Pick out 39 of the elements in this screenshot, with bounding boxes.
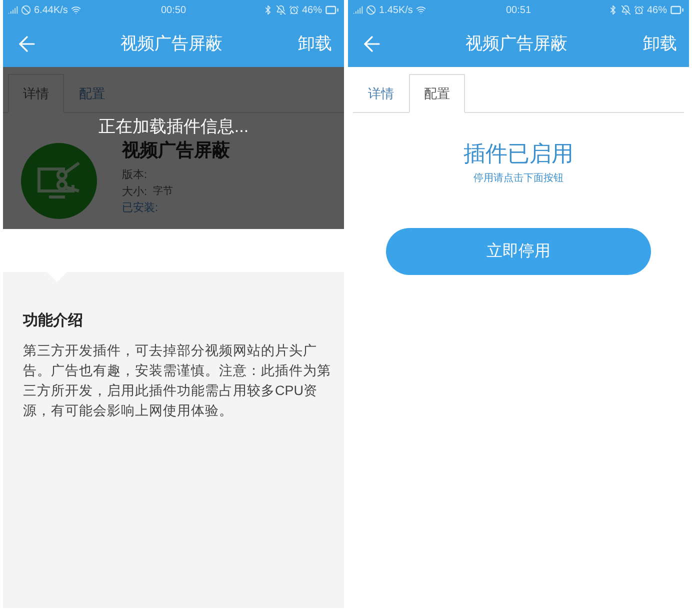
alarm-icon [288, 5, 299, 15]
signal-icon [8, 5, 18, 15]
loading-message: 正在加载插件信息... [98, 117, 249, 137]
tab[interactable]: 详情 [353, 74, 409, 113]
battery-icon [325, 3, 339, 17]
tab[interactable]: 配置 [409, 74, 465, 113]
tab[interactable]: 详情 [8, 74, 64, 113]
blocked-icon [366, 5, 376, 15]
version-label: 版本: [122, 168, 148, 183]
network-speed: 1.45K/s [379, 4, 413, 18]
intro-text: 第三方开发插件，可去掉部分视频网站的片头广告。广告也有趣，安装需谨慎。注意：此插件为第三方所开发，启用此插件功能需占用较多CPU资源，有可能会影响上网使用体验。 [23, 342, 332, 420]
clock: 00:51 [504, 4, 532, 18]
battery-level: 46% [646, 4, 667, 18]
size-label: 大小: [122, 184, 148, 200]
size-unit: 字节 [153, 184, 174, 200]
wifi-icon [416, 5, 426, 15]
bell-off-icon [276, 5, 286, 15]
intro-heading: 功能介绍 [23, 311, 84, 331]
uninstall-button[interactable]: 卸载 [643, 30, 677, 56]
app-title: 视频广告屏蔽 [120, 32, 224, 55]
installed-label: 已安装: [122, 200, 160, 216]
app-title: 视频广告屏蔽 [464, 32, 568, 55]
bell-off-icon [620, 5, 631, 15]
clock: 00:50 [160, 4, 188, 18]
plugin-name: 视频广告屏蔽 [122, 139, 230, 162]
battery-level: 46% [302, 4, 322, 18]
plugin-status: 插件已启用 [462, 140, 574, 168]
blocked-icon [21, 5, 31, 15]
network-speed: 6.44K/s [34, 4, 68, 18]
status-hint: 停用请点击下面按钮 [472, 172, 564, 186]
bluetooth-icon [262, 5, 273, 15]
disable-button[interactable]: 立即停用 [386, 228, 651, 275]
tab[interactable]: 配置 [64, 74, 120, 113]
signal-icon [353, 5, 363, 15]
alarm-icon [634, 5, 644, 15]
wifi-icon [70, 5, 81, 15]
uninstall-button[interactable]: 卸载 [298, 30, 332, 56]
bluetooth-icon [608, 5, 618, 15]
battery-icon [670, 3, 684, 17]
